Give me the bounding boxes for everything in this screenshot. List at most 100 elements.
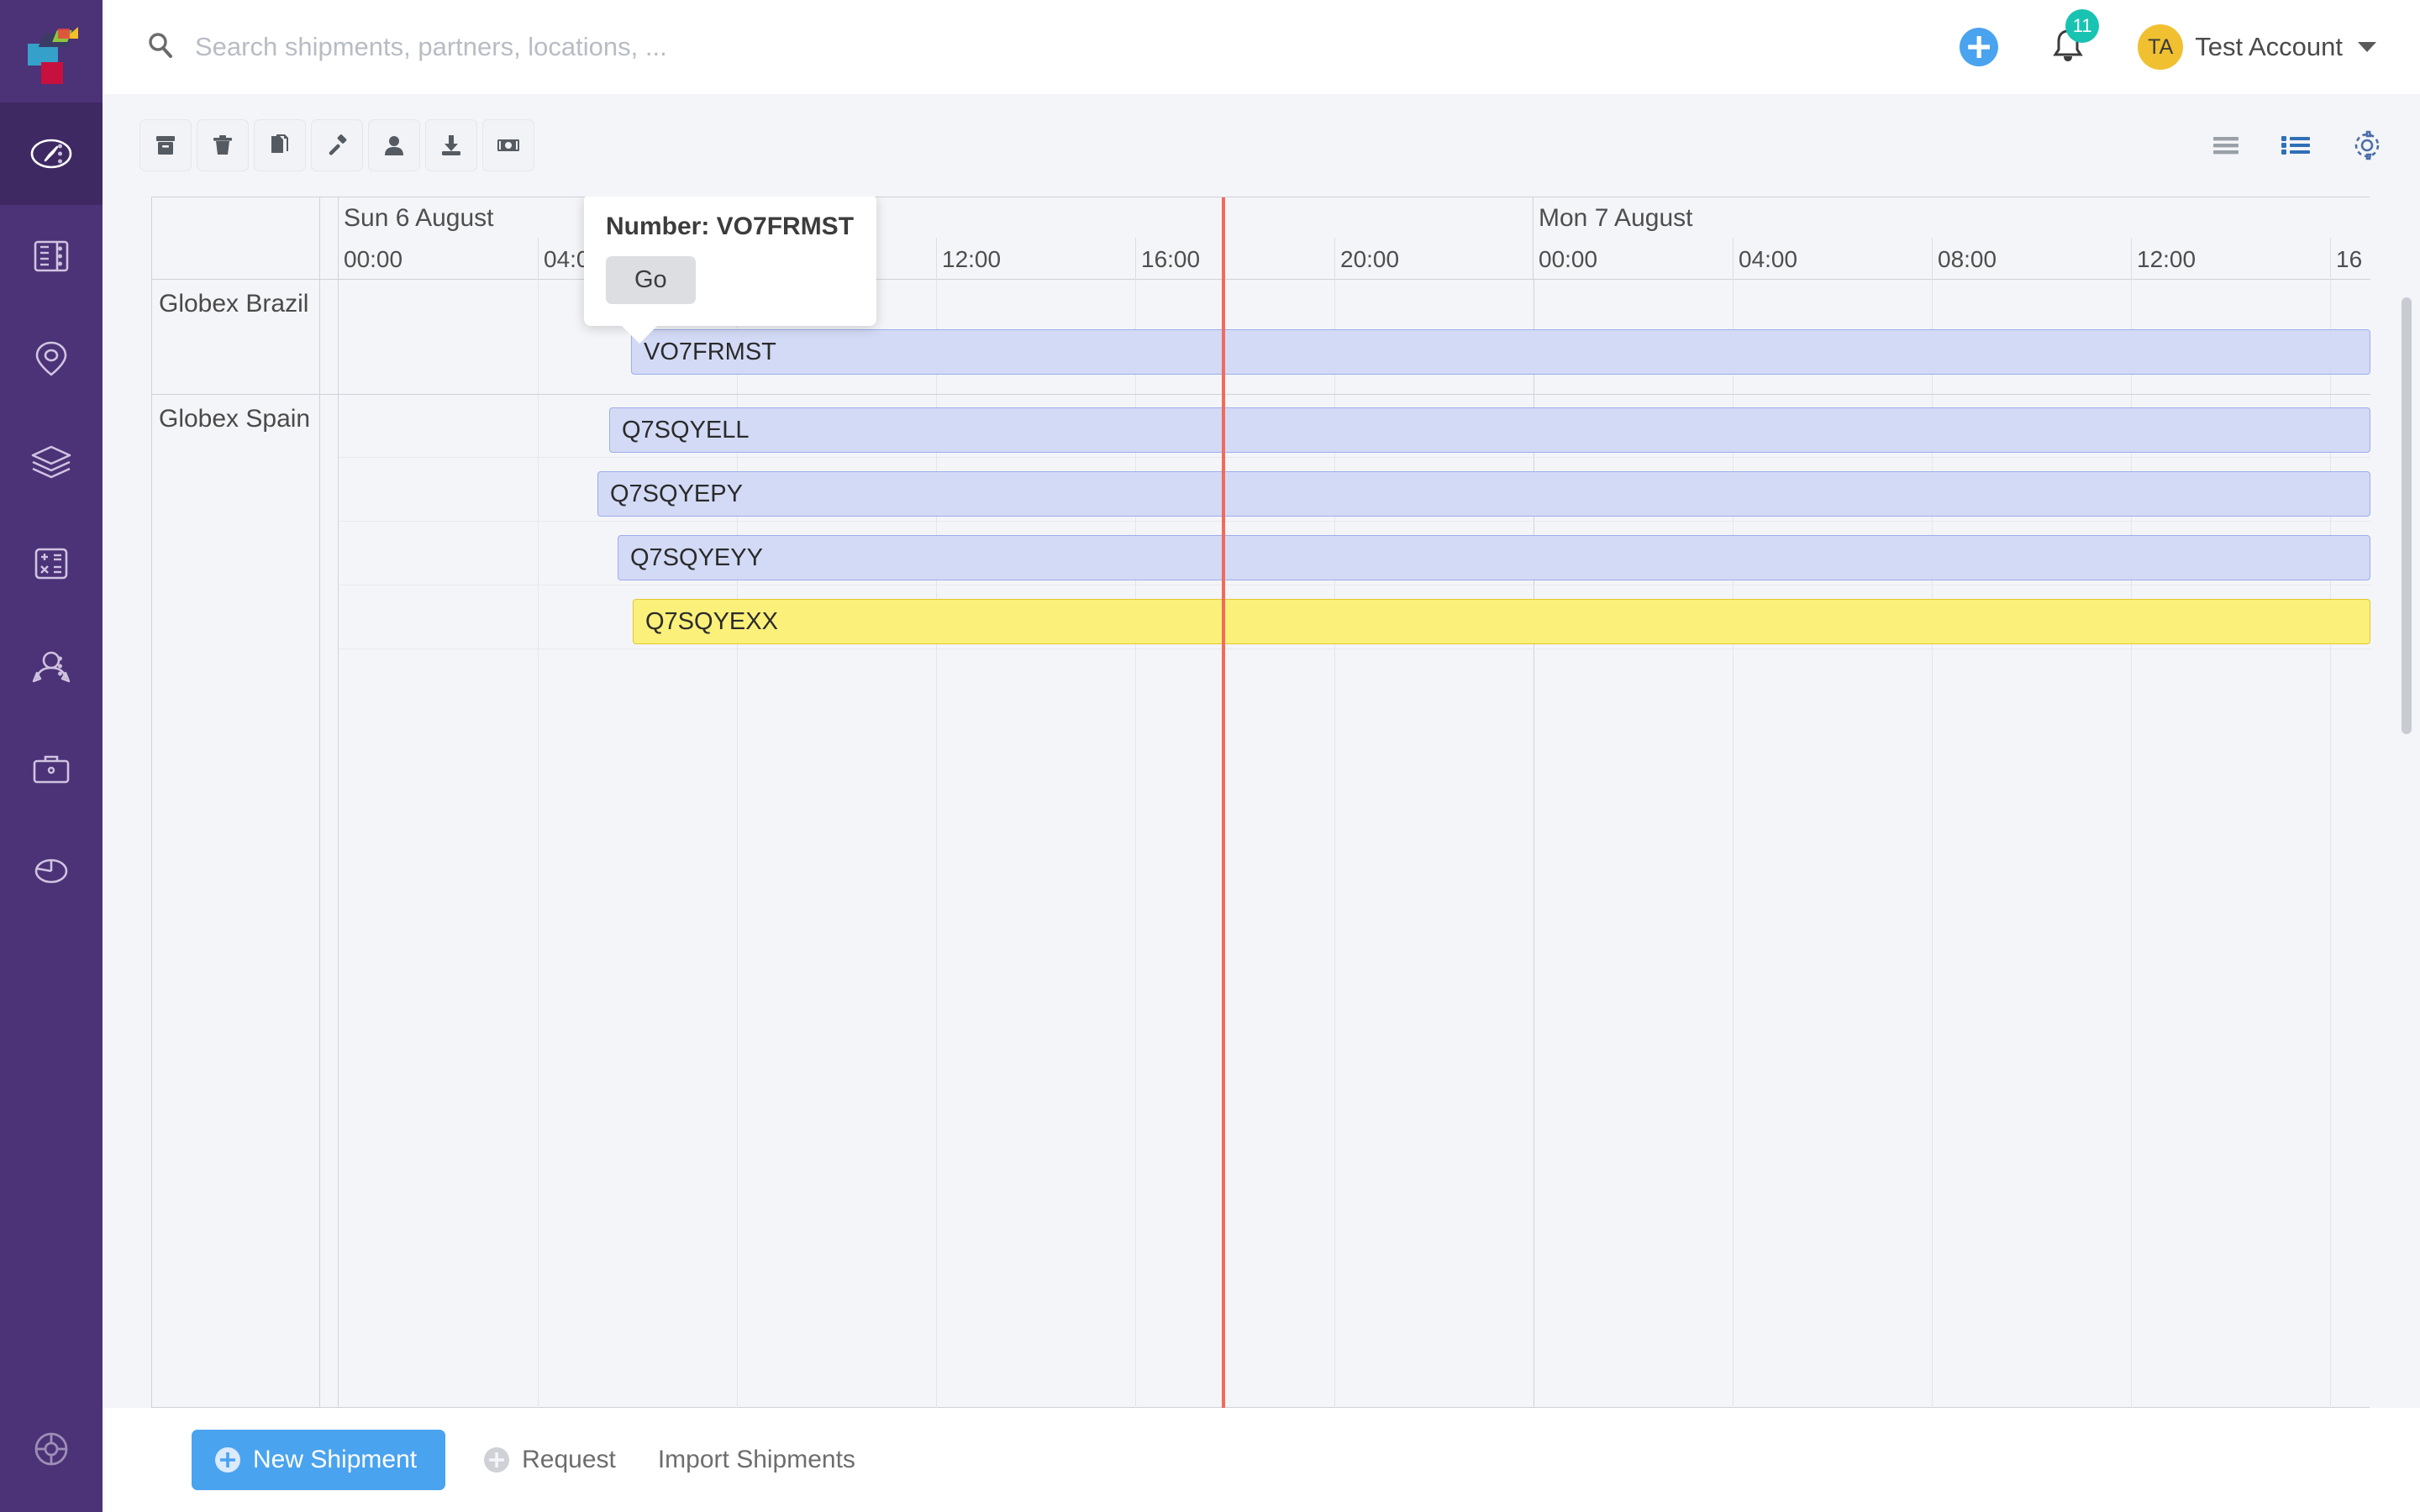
gantt-day-label: Sun 6 August [344, 204, 494, 232]
gantt-time-0-0: 00:00 [344, 246, 403, 272]
duplicate-button[interactable] [254, 119, 306, 171]
account-menu[interactable]: TA Test Account [2138, 24, 2376, 70]
popup-arrow [621, 325, 658, 344]
gantt-row-spacer [320, 280, 339, 395]
compass-icon [30, 139, 72, 169]
gantt-corner-spacer [320, 197, 339, 280]
current-time-marker [1222, 197, 1225, 1408]
chevron-down-icon[interactable] [2358, 42, 2376, 52]
shipment-popup: Number: VO7FRMST Go [584, 197, 876, 344]
detail-list-view-icon [2281, 136, 2310, 155]
plus-circle-icon [484, 1447, 510, 1473]
toolbar-actions [103, 119, 534, 171]
sidebar-item-business[interactable] [0, 717, 103, 820]
plus-circle-icon [215, 1447, 240, 1473]
gantt-corner-cell [152, 197, 320, 280]
sidebar-item-rates[interactable] [0, 512, 103, 615]
logo-mark [21, 25, 82, 84]
new-shipment-button[interactable]: New Shipment [192, 1430, 446, 1490]
gantt-time-1-1: 04:00 [1733, 238, 1932, 280]
trash-icon [213, 135, 232, 155]
gear-icon [2354, 130, 2380, 160]
sidebar-item-help[interactable] [0, 1386, 103, 1512]
list-view-icon [2213, 137, 2238, 155]
archive-button[interactable] [139, 119, 192, 171]
gantt-grid: Sun 6 August 00:00 04:00 08:00 12:00 16:… [151, 197, 2370, 1408]
download-icon [442, 135, 460, 155]
gantt-row-label-globex-spain: Globex Spain [152, 395, 320, 1408]
top-header: 11 TA Test Account [103, 0, 2420, 94]
overflow-dots-icon[interactable] [58, 656, 62, 676]
vertical-scrollbar[interactable] [2402, 297, 2412, 734]
sidebar [0, 0, 103, 1512]
search-icon [146, 31, 175, 64]
layers-icon [31, 445, 71, 479]
assign-button[interactable] [368, 119, 420, 171]
app-logo[interactable] [0, 0, 103, 102]
account-name: Test Account [2195, 32, 2343, 61]
lifebuoy-icon [34, 1432, 68, 1466]
gantt-time-0-4: 16:00 [1135, 238, 1334, 280]
sidebar-item-partners[interactable] [0, 615, 103, 717]
overflow-dots-icon[interactable] [58, 246, 62, 266]
view-controls [2212, 129, 2420, 161]
request-button[interactable]: Request [484, 1446, 616, 1474]
tender-button[interactable] [311, 119, 363, 171]
gantt-row-spacer [320, 395, 339, 1408]
sidebar-item-reports[interactable] [0, 820, 103, 922]
settings-button[interactable] [2351, 129, 2383, 161]
gantt-bar-q7sqyeyy[interactable]: Q7SQYEYY [618, 535, 2370, 580]
archive-box-icon [156, 136, 175, 155]
gantt-time-0-3: 12:00 [936, 238, 1135, 280]
gantt-bar-q7sqyell[interactable]: Q7SQYELL [609, 407, 2370, 453]
notification-badge: 11 [2065, 8, 2100, 43]
action-toolbar [103, 94, 2420, 197]
global-search[interactable] [103, 31, 1960, 64]
avatar: TA [2138, 24, 2184, 70]
gantt-bar-q7sqyexx[interactable]: Q7SQYEXX [633, 599, 2370, 644]
top-actions: 11 TA Test Account [1960, 8, 2420, 70]
gantt-time-1-4: 16 [2330, 238, 2370, 280]
search-input[interactable] [195, 32, 1371, 62]
delete-button[interactable] [197, 119, 249, 171]
gavel-icon [329, 134, 347, 155]
gantt-bar-vo7frmst[interactable]: VO7FRMST [631, 329, 2370, 375]
copy-icon [271, 134, 288, 153]
gantt-time-1-0: 00:00 [1539, 246, 1598, 272]
app-root: 11 TA Test Account [0, 0, 2420, 1512]
banknote-icon [497, 139, 519, 151]
sidebar-item-shipments[interactable] [0, 205, 103, 307]
location-icon [35, 341, 67, 376]
calculator-icon [34, 548, 68, 580]
list-view-button[interactable] [2212, 134, 2240, 157]
download-button[interactable] [425, 119, 477, 171]
notebook-icon [34, 240, 69, 272]
footer-actions: New Shipment Request Import Shipments [103, 1408, 2420, 1512]
gantt-time-1-3: 12:00 [2131, 238, 2330, 280]
gantt-time-1-2: 08:00 [1932, 238, 2131, 280]
request-label: Request [522, 1446, 616, 1473]
gantt-day-label: Mon 7 August [1539, 204, 1693, 232]
detail-list-view-button[interactable] [2281, 134, 2311, 157]
briefcase-icon [33, 755, 70, 784]
chart-pie-icon [34, 858, 68, 884]
popup-go-button[interactable]: Go [606, 256, 696, 304]
gantt-bar-q7sqyepy[interactable]: Q7SQYEPY [597, 471, 2370, 517]
billing-button[interactable] [482, 119, 534, 171]
quick-create-button[interactable] [1960, 28, 1999, 66]
gantt-time-0-5: 20:00 [1334, 238, 1534, 280]
import-shipments-button[interactable]: Import Shipments [658, 1446, 855, 1474]
sidebar-item-explore[interactable] [0, 102, 103, 205]
overflow-dots-icon[interactable] [58, 144, 62, 164]
sidebar-item-locations[interactable] [0, 307, 103, 410]
gantt-chart: Sun 6 August 00:00 04:00 08:00 12:00 16:… [103, 197, 2420, 1408]
notifications-button[interactable]: 11 [2050, 8, 2100, 69]
main-panel: Sun 6 August 00:00 04:00 08:00 12:00 16:… [103, 94, 2420, 1512]
new-shipment-label: New Shipment [253, 1446, 418, 1473]
sidebar-item-layers[interactable] [0, 410, 103, 512]
gantt-header: Sun 6 August 00:00 04:00 08:00 12:00 16:… [152, 197, 2370, 280]
gantt-row-label-globex-brazil: Globex Brazil [152, 280, 320, 395]
partners-icon [32, 651, 71, 683]
popup-title: Number: VO7FRMST [606, 213, 855, 240]
person-icon [385, 136, 403, 155]
